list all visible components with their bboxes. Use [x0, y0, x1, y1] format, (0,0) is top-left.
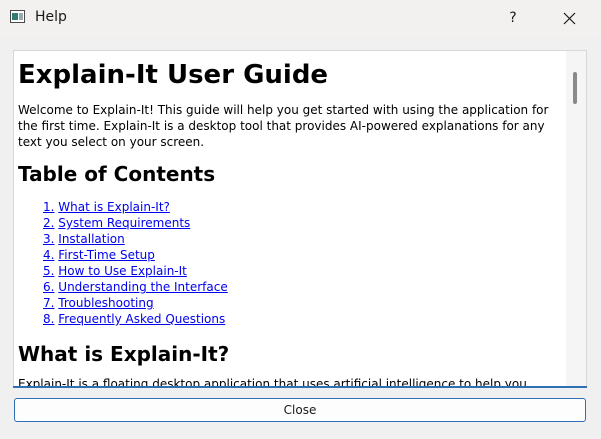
guide-title: Explain-It User Guide: [18, 60, 329, 90]
toc-item: 5. How to Use Explain-It: [43, 263, 563, 279]
section-heading-what-is: What is Explain-It?: [18, 342, 230, 366]
toc-link-what-is[interactable]: What is Explain-It?: [58, 200, 170, 214]
toc-link-interface[interactable]: Understanding the Interface: [58, 280, 227, 294]
toc-item: 2. System Requirements: [43, 215, 563, 231]
toc-heading: Table of Contents: [18, 162, 216, 186]
app-window-icon: [10, 10, 25, 23]
help-content-viewer[interactable]: Explain-It User Guide Welcome to Explain…: [13, 50, 587, 388]
toc-link-how-to-use[interactable]: How to Use Explain-It: [58, 264, 187, 278]
scrollbar-thumb[interactable]: [573, 72, 577, 104]
toc-item-number: 4.: [43, 248, 55, 262]
toc-item-number: 6.: [43, 280, 55, 294]
toc-item: 3. Installation: [43, 231, 563, 247]
toc-item-number: 5.: [43, 264, 55, 278]
close-icon: [563, 12, 576, 25]
toc-link-faq[interactable]: Frequently Asked Questions: [58, 312, 225, 326]
toc-link-installation[interactable]: Installation: [58, 232, 124, 246]
toc-item-number: 8.: [43, 312, 55, 326]
table-of-contents: 1. What is Explain-It? 2. System Require…: [18, 199, 563, 327]
window-title: Help: [35, 9, 67, 25]
toc-item-number: 1.: [43, 200, 55, 214]
toc-link-first-time-setup[interactable]: First-Time Setup: [58, 248, 155, 262]
close-button[interactable]: Close: [14, 398, 586, 422]
intro-paragraph: Welcome to Explain-It! This guide will h…: [18, 103, 549, 149]
toc-link-system-requirements[interactable]: System Requirements: [58, 216, 190, 230]
toc-item-number: 7.: [43, 296, 55, 310]
toc-link-troubleshooting[interactable]: Troubleshooting: [58, 296, 153, 310]
toc-item: 8. Frequently Asked Questions: [43, 311, 563, 327]
vertical-scrollbar[interactable]: [566, 51, 586, 387]
help-document: Explain-It User Guide Welcome to Explain…: [18, 53, 563, 387]
focus-divider: [13, 386, 587, 388]
toc-item: 7. Troubleshooting: [43, 295, 563, 311]
toc-item: 6. Understanding the Interface: [43, 279, 563, 295]
title-bar: Help ?: [0, 0, 601, 37]
toc-item: 1. What is Explain-It?: [43, 199, 563, 215]
toc-item-number: 2.: [43, 216, 55, 230]
toc-item-number: 3.: [43, 232, 55, 246]
help-button[interactable]: ?: [490, 0, 536, 37]
toc-item: 4. First-Time Setup: [43, 247, 563, 263]
close-window-button[interactable]: [547, 0, 593, 37]
